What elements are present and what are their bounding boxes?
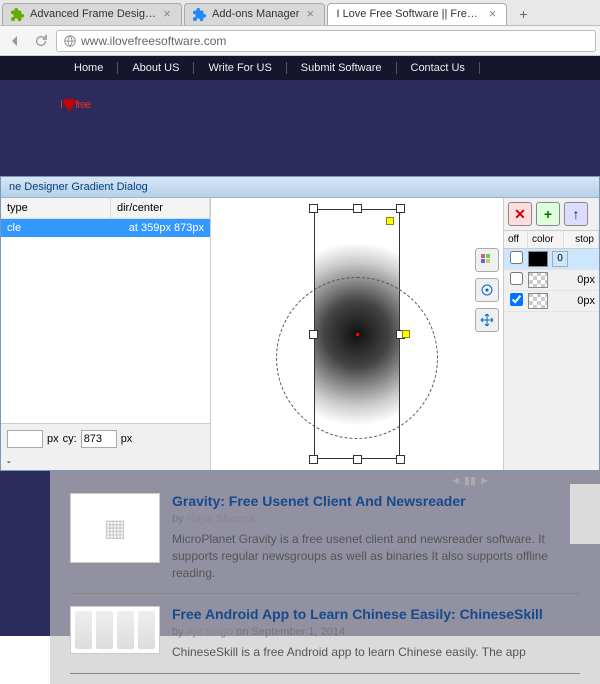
close-icon[interactable]: × — [161, 8, 173, 20]
stop-row[interactable]: 0 — [504, 249, 599, 270]
canvas-tools — [475, 248, 499, 332]
stops-panel: ✕ + ↑ off color stop 0 0px — [503, 198, 599, 470]
resize-handle-bm[interactable] — [353, 455, 362, 464]
tab-addons[interactable]: Add-ons Manager × — [184, 3, 325, 25]
stop-off-checkbox[interactable] — [510, 251, 523, 264]
globe-icon — [63, 34, 77, 48]
delete-stop-button[interactable]: ✕ — [508, 202, 532, 226]
tab-ilovefreesoftware[interactable]: I Love Free Software || Free Soft... × — [327, 3, 507, 25]
nav-contact[interactable]: Contact Us — [397, 62, 480, 74]
author-link[interactable]: Rajat Sharma — [187, 513, 254, 525]
article-item: ▦ Gravity: Free Usenet Client And Newsre… — [70, 481, 580, 594]
move-up-button[interactable]: ↑ — [564, 202, 588, 226]
gradient-canvas[interactable] — [211, 198, 503, 470]
gradient-table-header: type dir/center — [1, 198, 210, 219]
gradient-center-point[interactable] — [356, 333, 359, 336]
puzzle-icon — [193, 7, 207, 21]
gradient-stop-handle[interactable] — [386, 217, 394, 225]
coord-controls: px cy: px — [1, 424, 210, 454]
nav-submit[interactable]: Submit Software — [287, 62, 397, 74]
resize-handle-tr[interactable] — [396, 204, 405, 213]
article-desc: MicroPlanet Gravity is a free usenet cli… — [172, 531, 580, 581]
resize-handle-tl[interactable] — [309, 204, 318, 213]
url-bar[interactable]: www.ilovefreesoftware.com — [56, 30, 596, 52]
article-item: Free Android App to Learn Chinese Easily… — [70, 594, 580, 674]
color-swatch[interactable] — [528, 272, 548, 288]
article-date: September 1, 2014 — [252, 626, 346, 638]
article-title-link[interactable]: Free Android App to Learn Chinese Easily… — [172, 606, 580, 622]
url-text: www.ilovefreesoftware.com — [81, 34, 589, 48]
px-label: px — [121, 433, 133, 445]
page-viewport: Home About US Write For US Submit Softwa… — [0, 56, 600, 636]
resize-handle-br[interactable] — [396, 455, 405, 464]
site-logo[interactable]: I ♥ free — [60, 91, 90, 119]
nav-home[interactable]: Home — [60, 62, 118, 74]
stop-value: 0px — [552, 274, 599, 286]
resize-handle-ml[interactable] — [309, 330, 318, 339]
stops-toolbar: ✕ + ↑ — [504, 198, 599, 231]
dialog-title: ne Designer Gradient Dialog — [1, 177, 599, 198]
stop-value: 0px — [552, 295, 599, 307]
cy-label: cy: — [63, 433, 77, 445]
browser-nav-bar: www.ilovefreesoftware.com — [0, 26, 600, 56]
color-swatch[interactable] — [528, 293, 548, 309]
tab-title: Advanced Frame Designer ... — [30, 8, 156, 20]
reload-button[interactable] — [30, 30, 52, 52]
stop-off-checkbox[interactable] — [510, 293, 523, 306]
col-stop: stop — [564, 231, 599, 248]
cell-dir: at 359px 873px — [111, 219, 210, 237]
stop-row[interactable]: 0px — [504, 291, 599, 312]
logo-post: free — [75, 99, 90, 111]
browser-tab-strip: Advanced Frame Designer ... × Add-ons Ma… — [0, 0, 600, 26]
resize-handle-tm[interactable] — [353, 204, 362, 213]
col-type: type — [1, 198, 111, 218]
gradient-stop-handle[interactable] — [402, 330, 410, 338]
article-thumbnail[interactable] — [70, 606, 160, 654]
center-tool-button[interactable] — [475, 278, 499, 302]
gradient-row-selected[interactable]: cle at 359px 873px — [1, 219, 210, 237]
move-tool-button[interactable] — [475, 308, 499, 332]
nav-write[interactable]: Write For US — [194, 62, 286, 74]
tab-title: Add-ons Manager — [212, 8, 299, 20]
article-title-link[interactable]: Gravity: Free Usenet Client And Newsread… — [172, 493, 580, 509]
px-label: px — [47, 433, 59, 445]
nav-about[interactable]: About US — [118, 62, 194, 74]
cx-input[interactable] — [7, 430, 43, 448]
article-meta: by Ajit Singh on September 1, 2014 — [172, 626, 580, 638]
gradient-preview-shape[interactable] — [314, 209, 400, 459]
back-button[interactable] — [4, 30, 26, 52]
article-meta: by Rajat Sharma — [172, 513, 580, 525]
new-tab-button[interactable]: + — [513, 6, 533, 22]
col-dir: dir/center — [111, 198, 210, 218]
tab-title: I Love Free Software || Free Soft... — [336, 8, 481, 20]
article-desc: ChineseSkill is a free Android app to le… — [172, 644, 580, 661]
article-list: ▦ Gravity: Free Usenet Client And Newsre… — [50, 471, 600, 684]
stop-index: 0 — [552, 251, 568, 267]
cy-input[interactable] — [81, 430, 117, 448]
dialog-body: type dir/center cle at 359px 873px px cy… — [1, 198, 599, 470]
cell-type: cle — [1, 219, 111, 237]
gradient-dialog: ne Designer Gradient Dialog type dir/cen… — [0, 176, 600, 471]
coord-dash: - — [1, 454, 210, 470]
close-icon[interactable]: × — [486, 8, 498, 20]
stops-header: off color stop — [504, 231, 599, 249]
color-swatch[interactable] — [528, 251, 548, 267]
gradient-list-panel: type dir/center cle at 359px 873px px cy… — [1, 198, 211, 470]
site-nav: Home About US Write For US Submit Softwa… — [0, 56, 600, 80]
heart-icon: ♥ — [62, 91, 75, 119]
stop-off-checkbox[interactable] — [510, 272, 523, 285]
resize-handle-bl[interactable] — [309, 455, 318, 464]
tab-frame-designer[interactable]: Advanced Frame Designer ... × — [2, 3, 182, 25]
close-icon[interactable]: × — [304, 8, 316, 20]
puzzle-icon — [11, 7, 25, 21]
col-off: off — [504, 231, 528, 248]
grid-tool-button[interactable] — [475, 248, 499, 272]
gradient-list[interactable] — [1, 237, 210, 424]
article-thumbnail[interactable]: ▦ — [70, 493, 160, 563]
logo-area: I ♥ free — [0, 80, 600, 130]
stop-row[interactable]: 0px — [504, 270, 599, 291]
col-color: color — [528, 231, 564, 248]
add-stop-button[interactable]: + — [536, 202, 560, 226]
author-link[interactable]: Ajit Singh — [187, 626, 233, 638]
